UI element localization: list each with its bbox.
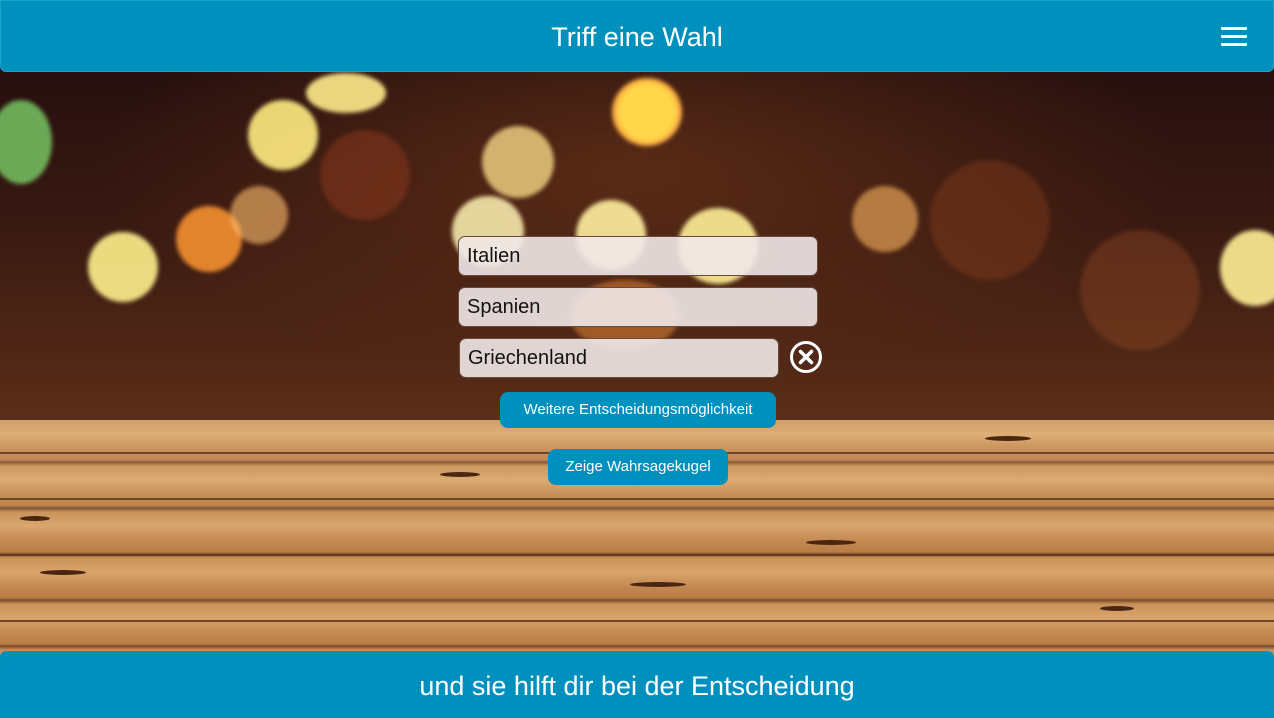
option-input-1[interactable] bbox=[458, 236, 818, 276]
add-option-button[interactable]: Weitere Entscheidungsmöglichkeit bbox=[500, 392, 776, 428]
footer-tagline: und sie hilft dir bei der Entscheidung bbox=[419, 671, 855, 701]
page-title: Triff eine Wahl bbox=[551, 22, 723, 52]
app-footer: und sie hilft dir bei der Entscheidung bbox=[0, 651, 1274, 718]
remove-option-button[interactable] bbox=[789, 340, 823, 374]
option-input-3[interactable] bbox=[459, 338, 779, 378]
close-circle-icon bbox=[790, 341, 822, 373]
option-input-2[interactable] bbox=[458, 287, 818, 327]
menu-button[interactable] bbox=[1221, 25, 1249, 49]
app-page: Triff eine Wahl Weitere Entscheidungsmög… bbox=[0, 0, 1274, 718]
app-header: Triff eine Wahl bbox=[0, 0, 1274, 72]
show-crystal-ball-button[interactable]: Zeige Wahrsagekugel bbox=[548, 449, 728, 485]
